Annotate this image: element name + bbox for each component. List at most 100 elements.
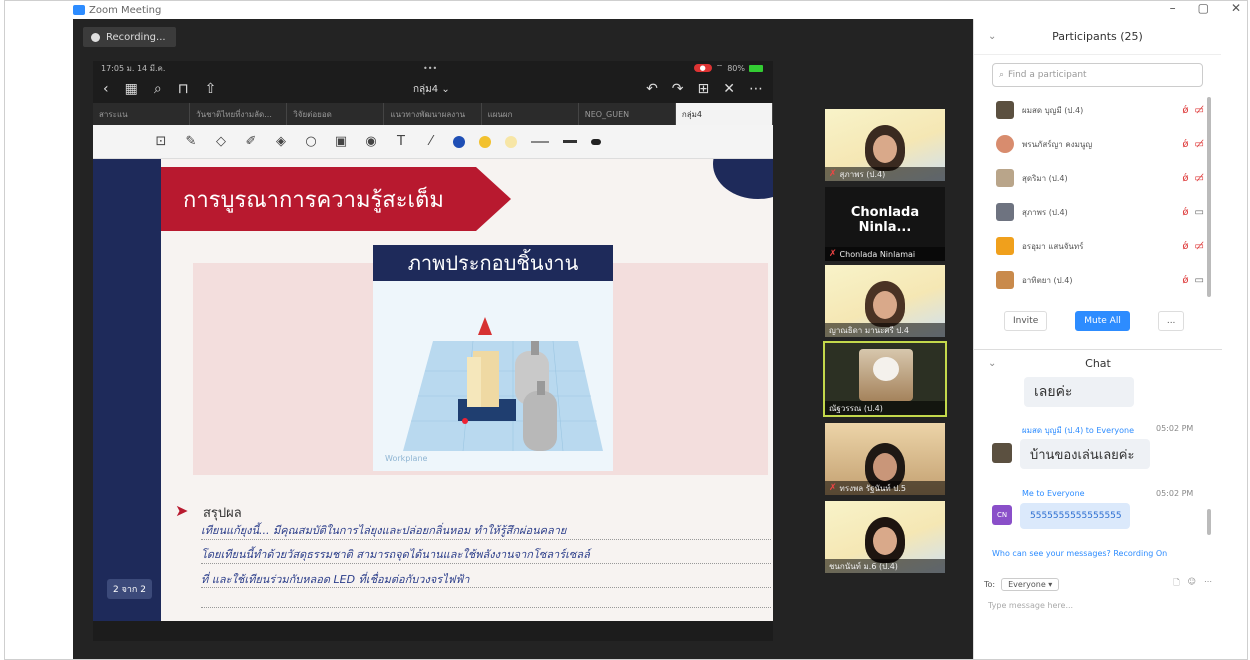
muted-mic-icon[interactable]: ǿ: [1182, 241, 1188, 252]
close-doc-icon[interactable]: ✕: [723, 81, 735, 97]
participants-scrollbar[interactable]: [1207, 97, 1211, 297]
grid-icon[interactable]: ▦: [125, 81, 138, 97]
mute-all-button[interactable]: Mute All: [1075, 311, 1130, 331]
back-icon[interactable]: ‹: [103, 81, 109, 97]
toolbar-toggle-icon[interactable]: ⊡: [153, 134, 169, 150]
camera-off-icon[interactable]: ▭̸: [1195, 241, 1204, 252]
slide-decoration: [713, 159, 773, 199]
invite-button[interactable]: Invite: [1004, 311, 1048, 331]
camera-off-icon[interactable]: ▭̸: [1195, 139, 1204, 150]
doc-tab-active[interactable]: กลุ่ม4: [675, 103, 773, 125]
maximize-button[interactable]: ▢: [1198, 1, 1209, 15]
doc-tab[interactable]: วิจัยต่อยอด: [287, 103, 385, 125]
share-icon[interactable]: ⇧: [205, 81, 217, 97]
ruled-line: [201, 539, 771, 540]
participant-row[interactable]: อาทิตยา (ป.4) ǿ ▭: [974, 263, 1222, 297]
doc-tab[interactable]: แผนผก: [482, 103, 579, 125]
video-tile[interactable]: ✗ สุภาพร (ป.4): [825, 109, 945, 181]
file-icon[interactable]: 🗋: [1173, 577, 1179, 591]
participant-row[interactable]: อรอุมา แสนจันทร์ ǿ ▭̸: [974, 229, 1222, 263]
camera-on-icon[interactable]: ▭: [1195, 207, 1204, 218]
camera-on-icon[interactable]: ▭: [1195, 275, 1204, 286]
status-time: 17:05: [101, 63, 125, 73]
shared-screen: 17:05 ม. 14 มี.ค. ••• ● ⌔ 80% ‹ ▦ ⌕ ⊓ ⇧: [93, 61, 773, 641]
workplane-label: Workplane: [385, 454, 428, 463]
document-title[interactable]: กลุ่ม4 ⌄: [413, 82, 450, 97]
participant-actions: Invite Mute All ...: [1004, 311, 1185, 331]
camera-icon[interactable]: ◉: [363, 134, 379, 150]
chat-bubble: เลยค่ะ: [1024, 377, 1134, 407]
muted-mic-icon[interactable]: ǿ: [1182, 275, 1188, 286]
video-tile-active-speaker[interactable]: ณัฐวรรณ (ป.4): [823, 341, 947, 417]
muted-mic-icon[interactable]: ǿ: [1182, 173, 1188, 184]
chat-time: 05:02 PM: [1156, 424, 1194, 433]
chat-bubble: บ้านของเล่นเลยค่ะ: [1020, 439, 1150, 469]
bookmark-icon[interactable]: ⊓: [178, 81, 189, 97]
text-icon[interactable]: T: [393, 134, 409, 150]
battery-level: 80%: [727, 63, 745, 73]
image-icon[interactable]: ▣: [333, 134, 349, 150]
participant-row[interactable]: สุดริมา (ป.4) ǿ ▭̸: [974, 161, 1222, 195]
laser-icon[interactable]: ⁄: [423, 134, 439, 150]
chat-visibility-notice[interactable]: Who can see your messages? Recording On: [992, 549, 1167, 558]
collapse-chevron-icon[interactable]: ⌄: [988, 358, 996, 369]
add-page-icon[interactable]: ⊞: [698, 81, 710, 97]
side-panel: ⌄ Participants (25) ⌕ Find a participant…: [973, 19, 1222, 659]
stroke-thin[interactable]: [531, 140, 549, 143]
participant-face: [873, 527, 897, 555]
video-name-label: ณัฐวรรณ (ป.4): [825, 401, 945, 415]
undo-icon[interactable]: ↶: [646, 81, 658, 97]
recording-indicator[interactable]: Recording...: [83, 27, 176, 47]
doc-tab[interactable]: สาระแน: [93, 103, 191, 125]
chat-scrollbar[interactable]: [1207, 509, 1211, 535]
participant-face: [873, 135, 897, 163]
participant-row[interactable]: พรนภัสร์ญา คงมนูญ ǿ ▭̸: [974, 127, 1222, 161]
chat-sender: Me to Everyone: [1022, 489, 1085, 498]
recipient-dropdown[interactable]: Everyone ▾: [1001, 577, 1060, 591]
ipad-status-bar: 17:05 ม. 14 มี.ค. ••• ● ⌔ 80%: [93, 61, 773, 75]
participant-row[interactable]: สุภาพร (ป.4) ǿ ▭: [974, 195, 1222, 229]
chat-input[interactable]: Type message here...: [988, 601, 1073, 610]
eraser-icon[interactable]: ◇: [213, 134, 229, 150]
more-options-button[interactable]: ...: [1157, 311, 1185, 331]
lasso-icon[interactable]: ○: [303, 134, 319, 150]
doc-tab[interactable]: แนวทางพัฒนาผลงาน: [384, 103, 482, 125]
close-button[interactable]: ✕: [1231, 1, 1241, 15]
video-tile[interactable]: ✗ ทรงพล รัฐนันท์ ป.5: [825, 423, 945, 495]
color-yellow[interactable]: [479, 135, 491, 148]
video-name-label: ญาณธิดา มานะศรี ป.4: [825, 323, 945, 337]
more-icon[interactable]: ⋯: [1204, 577, 1212, 591]
document-tabs: สาระแน วันชาติไทยที่งามลัด... วิจัยต่อยอ…: [93, 103, 773, 125]
stroke-medium[interactable]: [563, 140, 577, 143]
minimize-button[interactable]: –: [1170, 1, 1176, 15]
muted-mic-icon: ✗: [829, 249, 837, 259]
recording-icon: [91, 32, 100, 42]
camera-off-icon[interactable]: ▭̸: [1195, 105, 1204, 116]
app-navbar: ‹ ▦ ⌕ ⊓ ⇧ กลุ่ม4 ⌄ ↶ ↷ ⊞ ✕ ⋯: [93, 75, 773, 103]
doc-tab[interactable]: วันชาติไทยที่งามลัด...: [190, 103, 288, 125]
video-display-name: Chonlada Ninla...: [850, 205, 920, 235]
stroke-thick[interactable]: [591, 138, 601, 145]
emoji-icon[interactable]: ☺: [1188, 577, 1196, 591]
camera-off-icon[interactable]: ▭̸: [1195, 173, 1204, 184]
muted-mic-icon[interactable]: ǿ: [1182, 207, 1188, 218]
color-light-yellow[interactable]: [505, 135, 517, 148]
muted-mic-icon[interactable]: ǿ: [1182, 105, 1188, 116]
video-tile[interactable]: ชนกนันท์ ม.6 (ป.4): [825, 501, 945, 573]
color-blue[interactable]: [453, 135, 465, 148]
doc-tab[interactable]: NEO_GUEN: [579, 103, 676, 125]
search-icon[interactable]: ⌕: [154, 81, 162, 97]
redo-icon[interactable]: ↷: [672, 81, 684, 97]
video-tile[interactable]: ญาณธิดา มานะศรี ป.4: [825, 265, 945, 337]
video-tile[interactable]: Chonlada Ninla... ✗ Chonlada Ninlamai: [825, 187, 945, 261]
muted-mic-icon: ✗: [829, 169, 837, 179]
participant-search[interactable]: ⌕ Find a participant: [992, 63, 1203, 87]
more-icon[interactable]: ⋯: [749, 81, 763, 97]
highlighter-icon[interactable]: ✐: [243, 134, 259, 150]
muted-mic-icon[interactable]: ǿ: [1182, 139, 1188, 150]
shapes-icon[interactable]: ◈: [273, 134, 289, 150]
pen-icon[interactable]: ✎: [183, 134, 199, 150]
participant-row[interactable]: ผมสด บุญมี (ป.4) ǿ ▭̸: [974, 93, 1222, 127]
collapse-chevron-icon[interactable]: ⌄: [988, 31, 996, 42]
ruled-line: [201, 563, 771, 564]
